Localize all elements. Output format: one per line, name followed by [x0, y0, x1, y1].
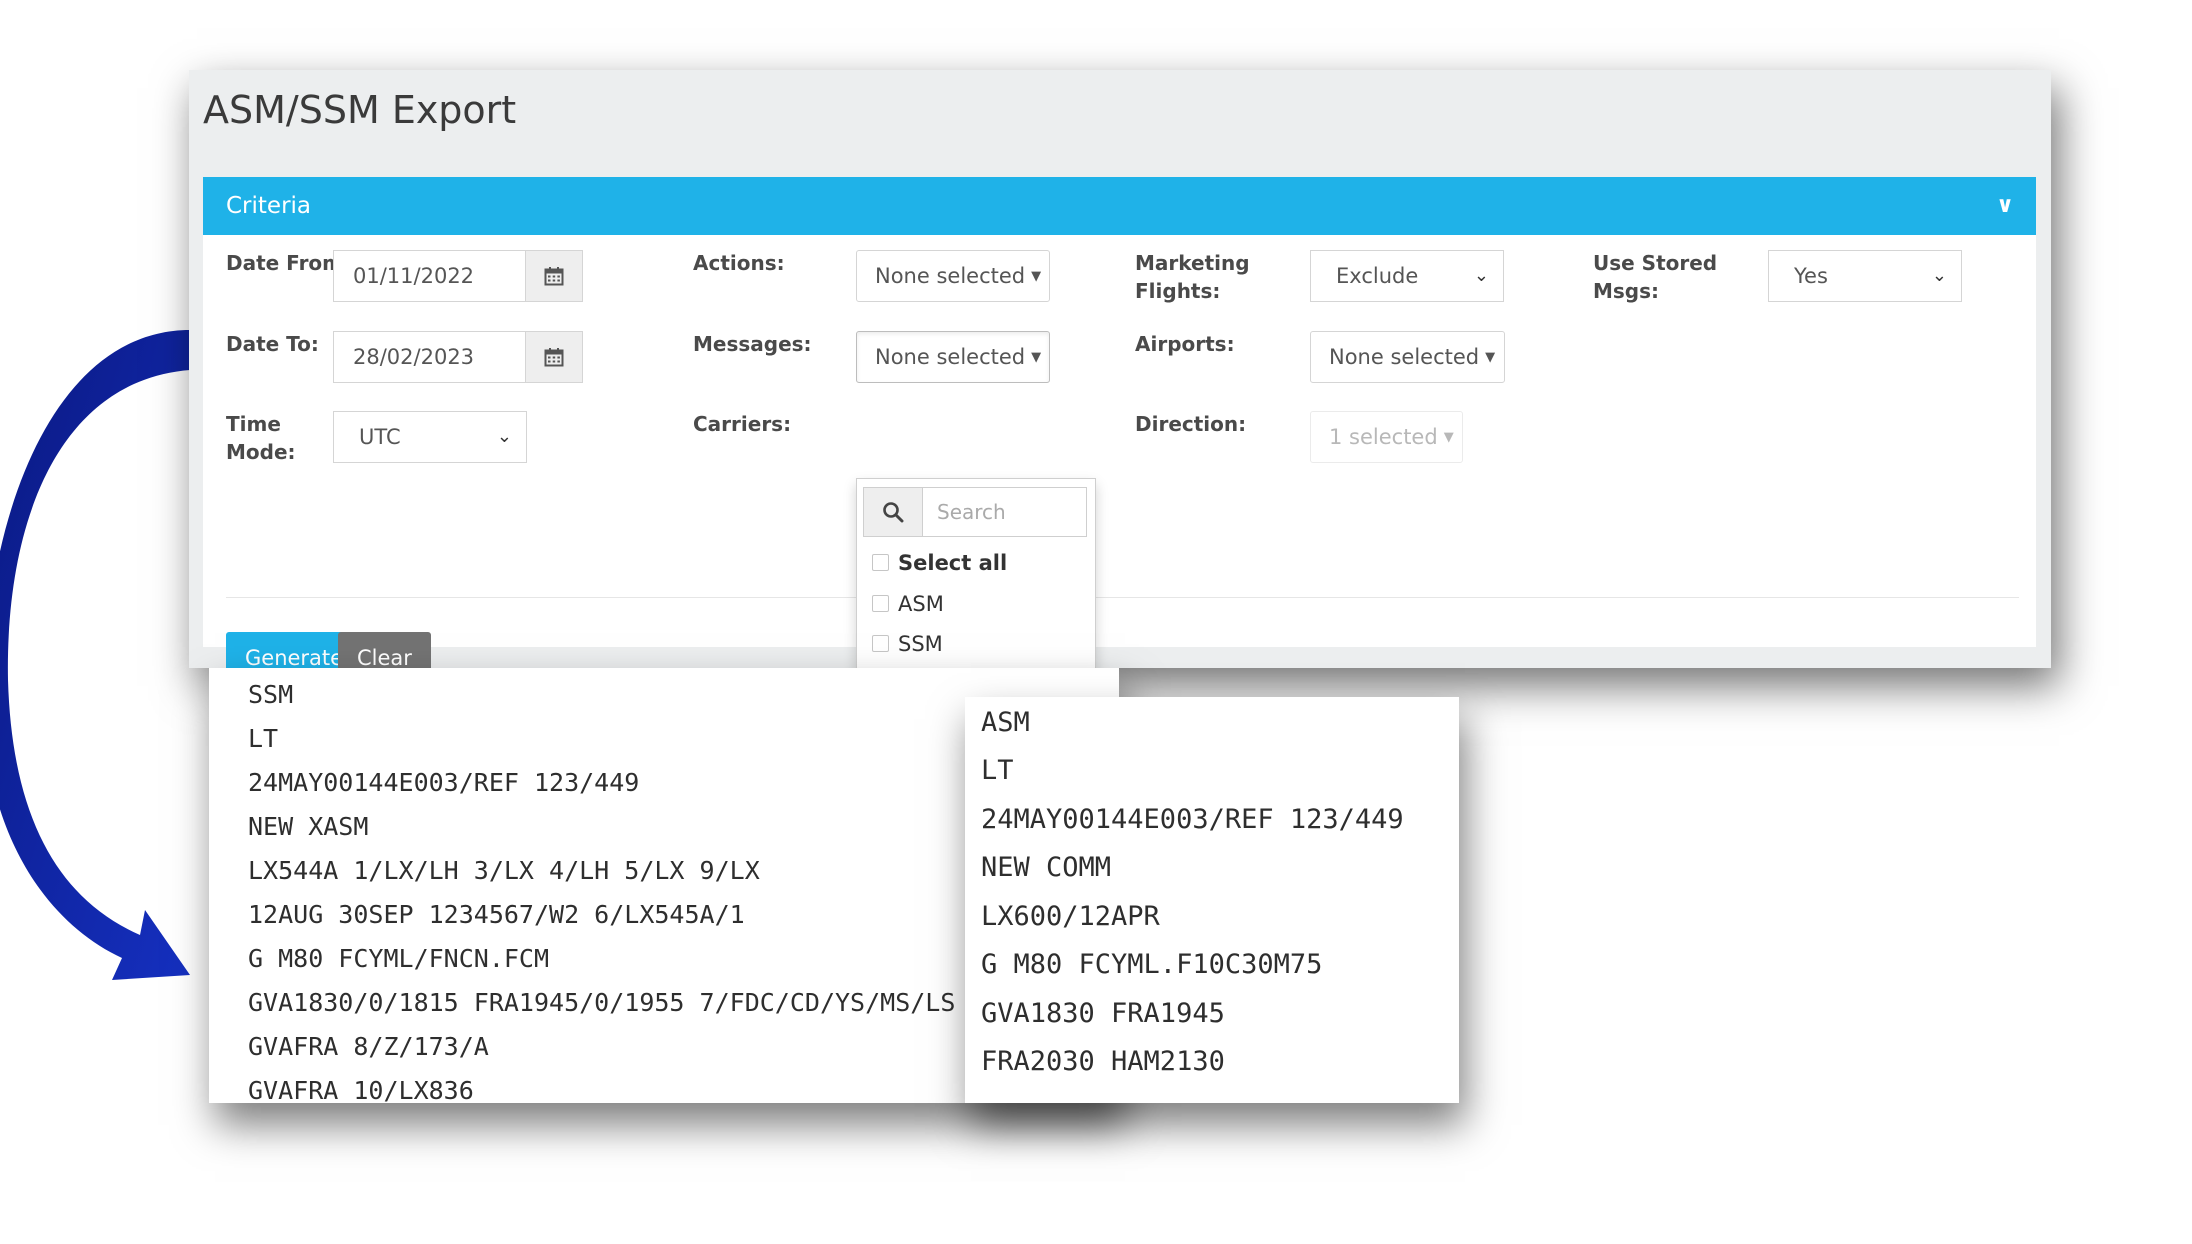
date-to-value: 28/02/2023: [353, 345, 475, 369]
page-title: ASM/SSM Export: [203, 88, 517, 132]
marketing-flights-value: Exclude: [1336, 264, 1419, 288]
checkbox[interactable]: [872, 554, 889, 571]
asm-line: LX600/12APR: [981, 901, 1160, 932]
asm-line: G M80 FCYML.F10C30M75: [981, 949, 1323, 980]
marketing-flights-label-line1: Marketing: [1135, 251, 1250, 275]
actions-dropdown[interactable]: None selected ▼: [856, 250, 1050, 302]
ssm-line: GVAFRA 10/LX836: [248, 1076, 474, 1105]
option-label: SSM: [898, 632, 943, 656]
use-stored-msgs-label: Use Stored Msgs:: [1593, 249, 1717, 305]
marketing-flights-select[interactable]: Exclude ⌄: [1310, 250, 1504, 302]
asm-message-sample: ASM LT 24MAY00144E003/REF 123/449 NEW CO…: [965, 697, 1459, 1103]
asm-line: FRA2030 HAM2130: [981, 1046, 1225, 1077]
carriers-label: Carriers:: [693, 412, 792, 436]
ssm-line: GVA1830/0/1815 FRA1945/0/1955 7/FDC/CD/Y…: [248, 988, 956, 1017]
date-from-value: 01/11/2022: [353, 264, 475, 288]
ssm-line: GVAFRA 8/Z/173/A: [248, 1032, 489, 1061]
option-ssm[interactable]: SSM: [872, 629, 943, 659]
criteria-form: Date From: 01/11/2022 Date To: 28/02/202…: [203, 235, 2036, 684]
time-mode-value: UTC: [359, 425, 401, 449]
time-mode-label: Time Mode:: [226, 410, 296, 466]
time-mode-label-line1: Time: [226, 412, 281, 436]
caret-down-icon: ▼: [1443, 430, 1454, 445]
airports-value: None selected: [1329, 345, 1480, 369]
marketing-flights-label-line2: Flights:: [1135, 279, 1221, 303]
asm-line: NEW COMM: [981, 852, 1112, 883]
select-all-label: Select all: [898, 551, 1008, 575]
use-stored-msgs-label-line2: Msgs:: [1593, 279, 1660, 303]
time-mode-label-line2: Mode:: [226, 440, 296, 464]
use-stored-msgs-select[interactable]: Yes ⌄: [1768, 250, 1962, 302]
criteria-header[interactable]: Criteria ∨: [203, 177, 2036, 235]
messages-dropdown-menu: Select all ASM SSM: [856, 478, 1096, 670]
asm-line: ASM: [981, 707, 1030, 738]
ssm-line: 12AUG 30SEP 1234567/W2 6/LX545A/1: [248, 900, 745, 929]
option-label: ASM: [898, 592, 944, 616]
time-mode-select[interactable]: UTC ⌄: [333, 411, 527, 463]
checkbox[interactable]: [872, 635, 889, 652]
messages-value: None selected: [875, 345, 1026, 369]
form-divider: [226, 597, 2019, 598]
ssm-line: 24MAY00144E003/REF 123/449: [248, 768, 640, 797]
asm-line: 24MAY00144E003/REF 123/449: [981, 804, 1404, 835]
marketing-flights-label: Marketing Flights:: [1135, 249, 1250, 305]
ssm-line: G M80 FCYML/FNCN.FCM: [248, 944, 550, 973]
ssm-line: LX544A 1/LX/LH 3/LX 4/LH 5/LX 9/LX: [248, 856, 760, 885]
chevron-down-icon: ⌄: [1931, 265, 1947, 286]
select-all-option[interactable]: Select all: [872, 548, 1007, 578]
use-stored-msgs-value: Yes: [1794, 264, 1828, 288]
search-icon: [864, 488, 923, 536]
actions-label: Actions:: [693, 251, 785, 275]
direction-dropdown[interactable]: 1 selected ▼: [1310, 411, 1463, 463]
menu-search: [863, 487, 1087, 537]
calendar-icon[interactable]: [525, 251, 582, 301]
date-to-field[interactable]: 28/02/2023: [333, 331, 583, 383]
caret-down-icon: ▼: [1485, 350, 1496, 365]
airports-dropdown[interactable]: None selected ▼: [1310, 331, 1505, 383]
chevron-down-icon: ⌄: [496, 426, 512, 447]
asm-line: GVA1830 FRA1945: [981, 998, 1225, 1029]
asm-line: LT: [981, 755, 1014, 786]
direction-value: 1 selected: [1329, 425, 1438, 449]
messages-label: Messages:: [693, 332, 812, 356]
airports-label: Airports:: [1135, 332, 1235, 356]
chevron-down-icon: ⌄: [1473, 265, 1489, 286]
option-asm[interactable]: ASM: [872, 589, 944, 619]
chevron-down-icon[interactable]: ∨: [1996, 177, 2014, 235]
date-from-field[interactable]: 01/11/2022: [333, 250, 583, 302]
caret-down-icon: ▼: [1031, 350, 1042, 365]
asm-ssm-export-panel: ASM/SSM Export Criteria ∨ Date From: 01/…: [189, 70, 2051, 684]
criteria-title: Criteria: [226, 193, 312, 219]
actions-value: None selected: [875, 264, 1026, 288]
ssm-line: NEW XASM: [248, 812, 369, 841]
date-to-label: Date To:: [226, 332, 319, 356]
caret-down-icon: ▼: [1031, 269, 1042, 284]
ssm-line: SSM: [248, 680, 294, 709]
use-stored-msgs-label-line1: Use Stored: [1593, 251, 1718, 275]
checkbox[interactable]: [872, 595, 889, 612]
ssm-line: LT: [248, 724, 279, 753]
search-input[interactable]: [923, 488, 1086, 536]
messages-dropdown[interactable]: None selected ▼: [856, 331, 1050, 383]
calendar-icon[interactable]: [525, 332, 582, 382]
direction-label: Direction:: [1135, 412, 1247, 436]
